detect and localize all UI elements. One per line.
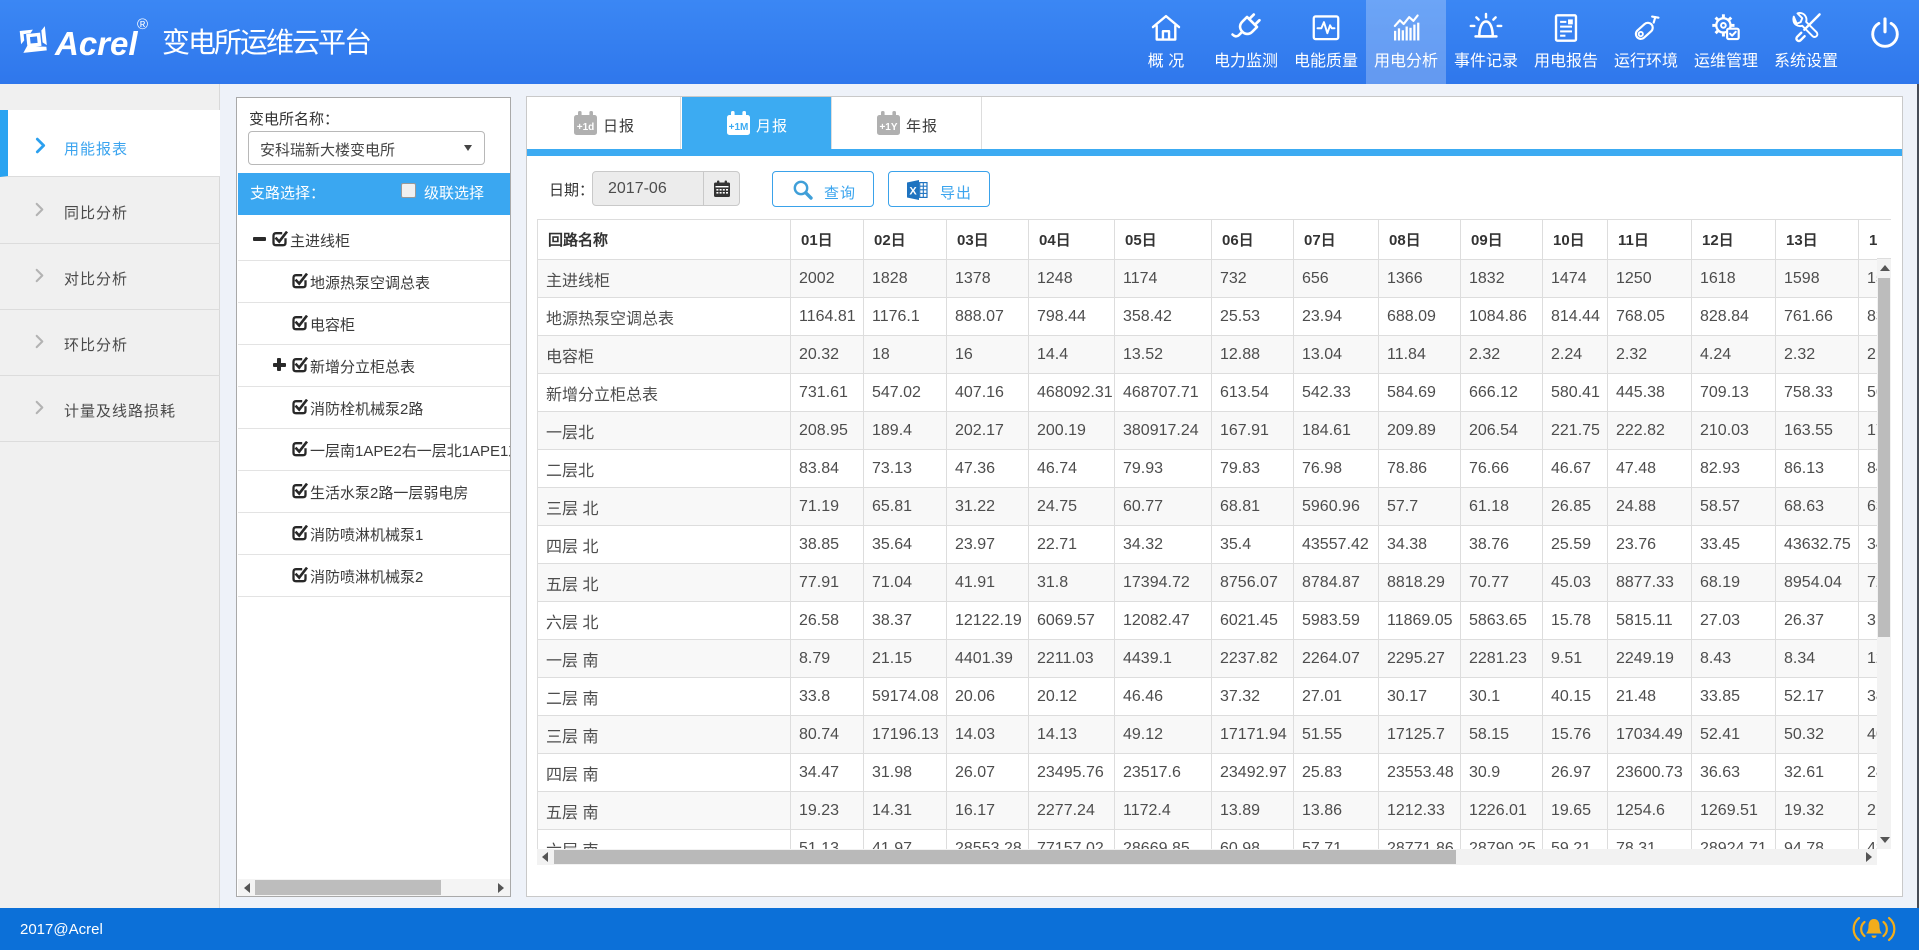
svg-text:+1Y: +1Y	[879, 122, 897, 133]
svg-text:+1d: +1d	[577, 122, 595, 133]
svg-text:+1M: +1M	[729, 122, 749, 133]
svg-text:X: X	[909, 186, 917, 198]
